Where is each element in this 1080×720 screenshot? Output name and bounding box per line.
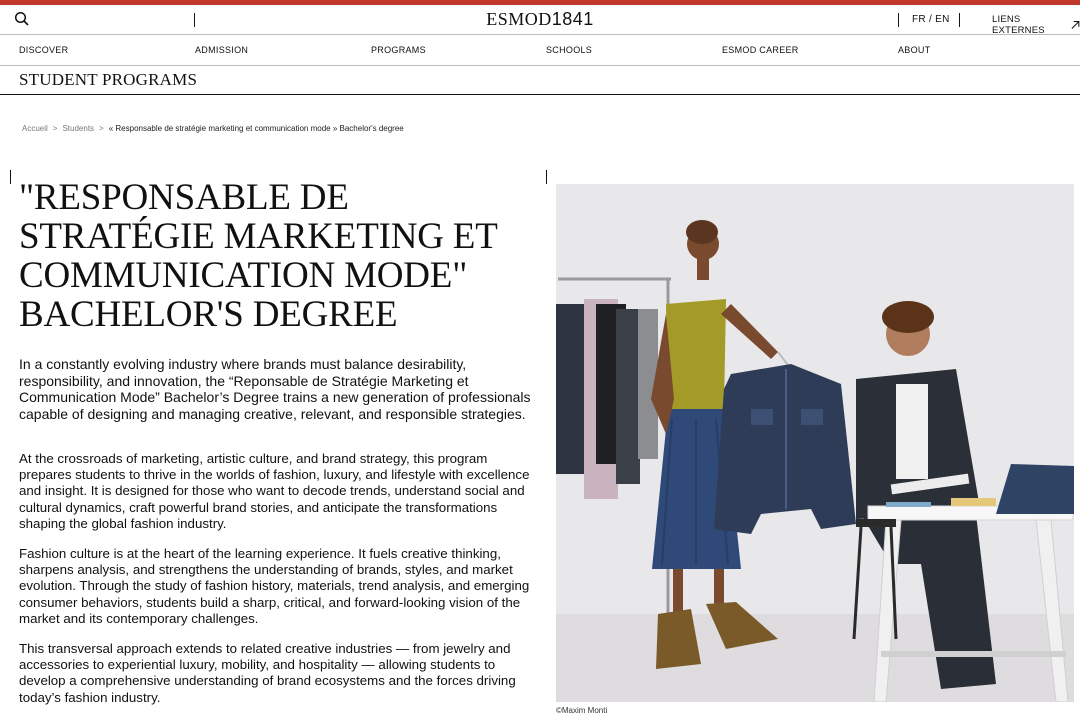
external-links-label: LIENS EXTERNES [992, 14, 1045, 36]
layout-marker [546, 170, 547, 184]
layout-marker [10, 170, 11, 184]
header-divider [898, 13, 899, 27]
breadcrumb-separator: > [99, 124, 104, 133]
main-nav: DISCOVER ADMISSION PROGRAMS SCHOOLS ESMO… [0, 35, 1080, 66]
nav-item-schools[interactable]: SCHOOLS [546, 45, 592, 55]
body-paragraph: At the crossroads of marketing, artistic… [19, 451, 530, 531]
section-title: STUDENT PROGRAMS [19, 70, 198, 89]
language-switcher[interactable]: FR / EN [912, 14, 950, 25]
header-bar: ESMOD1841 FR / EN LIENS EXTERNES [0, 5, 1080, 36]
nav-item-admission[interactable]: ADMISSION [195, 45, 248, 55]
nav-item-about[interactable]: ABOUT [898, 45, 931, 55]
external-links-button[interactable]: LIENS EXTERNES [992, 14, 1080, 36]
body-paragraph: Fashion culture is at the heart of the l… [19, 546, 530, 626]
arrow-up-right-icon [1071, 20, 1080, 29]
logo-wordmark: ESMOD [486, 9, 552, 29]
logo-year: 1841 [551, 9, 594, 29]
nav-item-discover[interactable]: DISCOVER [19, 45, 68, 55]
program-photo [556, 184, 1074, 702]
body-paragraph: This transversal approach extends to rel… [19, 641, 516, 705]
breadcrumb-link-students[interactable]: Students [62, 124, 94, 133]
intro-paragraph: In a constantly evolving industry where … [19, 356, 531, 422]
breadcrumb-link-accueil[interactable]: Accueil [22, 124, 48, 133]
photo-illustration [556, 184, 1074, 702]
nav-item-programs[interactable]: PROGRAMS [371, 45, 426, 55]
breadcrumb-current: « Responsable de stratégie marketing et … [108, 124, 404, 133]
page-title: "RESPONSABLE DE STRATÉGIE MARKETING ET C… [19, 177, 497, 335]
breadcrumb-separator: > [52, 124, 58, 133]
section-bar: STUDENT PROGRAMS [0, 66, 1080, 95]
breadcrumb: Accueil > Students > « Responsable de st… [22, 124, 404, 133]
nav-item-esmod-career[interactable]: ESMOD CAREER [722, 45, 799, 55]
header-divider [959, 13, 960, 27]
photo-credit: ©Maxim Monti [556, 706, 608, 715]
